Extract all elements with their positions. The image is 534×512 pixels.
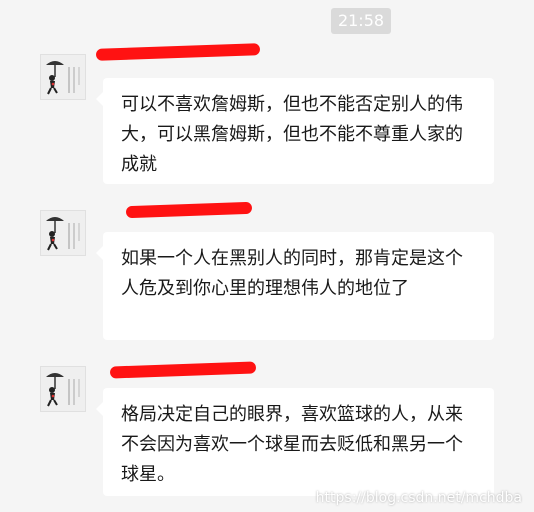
name-redaction-mark	[95, 43, 261, 61]
name-redaction-mark	[125, 201, 253, 219]
watermark-text: https://blog.csdn.net/mchdba	[315, 490, 522, 506]
message-bubble[interactable]: 可以不喜欢詹姆斯，但也不能否定别人的伟大，可以黑詹姆斯，但也不能不尊重人家的成就	[96, 78, 494, 184]
timestamp-badge: 21:58	[331, 8, 391, 34]
name-redaction-mark	[109, 361, 257, 379]
message-bubble[interactable]: 如果一个人在黑别人的同时，那肯定是这个人危及到你心里的理想伟人的地位了	[96, 232, 494, 340]
avatar-icon[interactable]	[40, 54, 86, 100]
avatar-icon[interactable]	[40, 210, 86, 256]
message-bubble[interactable]: 格局决定自己的眼界，喜欢篮球的人，从来不会因为喜欢一个球星而去贬低和黑另一个球星…	[96, 388, 494, 496]
avatar-icon[interactable]	[40, 366, 86, 412]
